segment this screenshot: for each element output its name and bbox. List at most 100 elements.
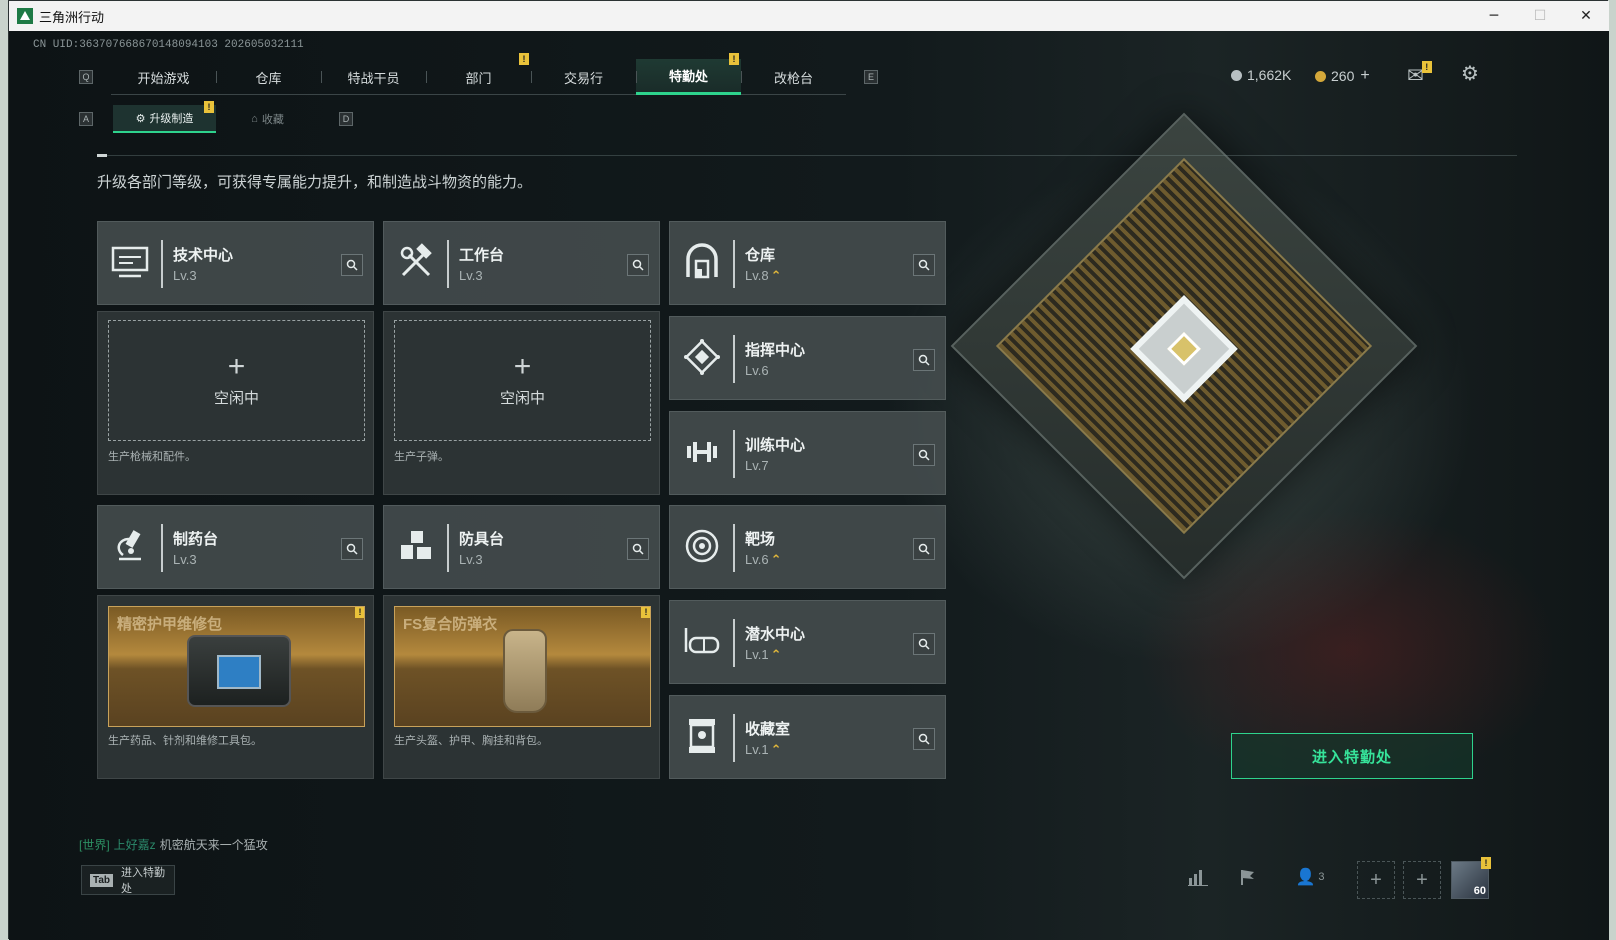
team-slot-add-button[interactable]: + [1357,861,1395,899]
search-icon[interactable] [341,538,363,560]
separator [447,524,449,572]
team-slot-add-button[interactable]: + [1403,861,1441,899]
command-emblem-icon [682,337,722,377]
search-icon[interactable] [913,444,935,466]
microscope-icon [110,526,150,566]
tab-key-hint[interactable]: Tab 进入特勤处 [81,865,175,895]
pharmacy-craft-slot[interactable]: 精密护甲维修包 ! 生产药品、针剂和维修工具包。 [97,595,374,779]
armor-craft-slot[interactable]: FS复合防弹衣 ! 生产头盔、护甲、胸挂和背包。 [383,595,660,779]
upgrade-available-icon: ⌃ [770,552,782,567]
search-icon[interactable] [913,633,935,655]
idle-slot-frame[interactable]: + 空闲中 [394,320,651,441]
tab-upgrade-craft[interactable]: ⚙ 升级制造 ! [113,101,216,133]
facility-armor-bench[interactable]: 防具台 Lv.3 [383,505,660,589]
facility-diving-center[interactable]: 潜水中心 Lv.1 ⌃ [669,600,946,684]
player-level: 60 [1473,885,1486,897]
tab-operators[interactable]: 特战干员 [321,59,426,95]
build-icon: ⚙ [135,112,146,125]
collection-icon: ⌂ [251,113,258,125]
hammer-wrench-icon [396,242,436,282]
nav-prev-key[interactable]: Q [79,70,93,84]
facility-collection-room[interactable]: 收藏室 Lv.1 ⌃ [669,695,946,779]
product-name: 精密护甲维修包 [117,616,223,633]
product-card[interactable]: 精密护甲维修包 ! [108,606,365,727]
facility-pharmacy[interactable]: 制药台 Lv.3 [97,505,374,589]
facility-level: Lv.1 ⌃ [745,647,782,662]
slot-status: 空闲中 [499,390,545,407]
stats-chart-icon[interactable] [1181,859,1215,895]
facility-tech-center[interactable]: 技术中心 Lv.3 [97,221,374,305]
chat-user[interactable]: 上好嘉z [114,838,156,852]
facility-training-center[interactable]: 训练中心 Lv.7 [669,411,946,495]
tab-special-ops[interactable]: 特勤处! [636,53,741,95]
subnav-next-key[interactable]: D [339,112,353,126]
friends-count: 3 [1318,871,1325,883]
tab-trading[interactable]: 交易行 [531,59,636,95]
facility-workbench[interactable]: 工作台 Lv.3 [383,221,660,305]
facility-name: 指挥中心 [745,342,806,359]
tab-warehouse[interactable]: 仓库 [216,59,321,95]
minimize-button[interactable]: ─ [1471,1,1517,31]
mail-icon[interactable]: ✉ ! [1407,61,1432,88]
idle-slot-frame[interactable]: + 空闲中 [108,320,365,441]
special-ops-cube-render [950,112,1418,580]
workbench-craft-slot[interactable]: + 空闲中 生产子弹。 [383,311,660,495]
friends-icon[interactable]: 👤 3 [1285,859,1335,895]
slot-description: 生产枪械和配件。 [108,451,196,463]
alert-badge: ! [729,53,739,65]
tech-center-craft-slot[interactable]: + 空闲中 生产枪械和配件。 [97,311,374,495]
subnav-prev-key[interactable]: A [79,112,93,126]
search-icon[interactable] [341,254,363,276]
chat-channel: [世界] [79,838,110,852]
flag-icon[interactable] [1231,859,1265,895]
computer-icon [110,242,150,282]
product-name: FS复合防弹衣 [403,616,498,633]
title-bar: 三角洲行动 ─ ☐ ✕ [9,1,1609,31]
alert-badge: ! [204,101,214,113]
facility-level: Lv.1 ⌃ [745,742,782,757]
add-currency-button[interactable]: + [1360,67,1369,85]
gold-coin-icon [1315,70,1326,82]
player-avatar[interactable]: ! 60 [1451,857,1491,899]
enter-special-ops-button[interactable]: 进入特勤处 [1231,733,1473,779]
tab-collection[interactable]: ⌂ 收藏 [216,105,319,133]
dumbbell-icon [682,432,722,472]
separator [733,714,735,762]
separator [733,430,735,478]
add-icon: + [227,350,246,383]
search-icon[interactable] [913,254,935,276]
tab-start-game[interactable]: 开始游戏 [111,59,216,95]
alert-badge: ! [1421,61,1432,73]
repair-kit-image [187,635,291,707]
facility-level: Lv.3 [173,552,197,567]
game-area: CN UID:363707668670148094103 20260503211… [9,31,1609,940]
separator [161,240,163,288]
settings-gear-icon[interactable]: ⚙ [1461,61,1479,86]
search-icon[interactable] [913,538,935,560]
maximize-button[interactable]: ☐ [1517,1,1563,31]
search-icon[interactable] [627,538,649,560]
search-icon[interactable] [627,254,649,276]
nav-next-key[interactable]: E [864,70,878,84]
facility-level: Lv.6 ⌃ [745,552,782,567]
facility-name: 收藏室 [745,721,791,738]
facility-warehouse[interactable]: 仓库 Lv.8 ⌃ [669,221,946,305]
search-icon[interactable] [913,728,935,750]
separator [161,524,163,572]
facility-level: Lv.8 ⌃ [745,268,782,283]
world-chat-line[interactable]: [世界] 上好嘉z 机密航天来一个猛攻 [79,836,268,853]
facility-shooting-range[interactable]: 靶场 Lv.6 ⌃ [669,505,946,589]
close-button[interactable]: ✕ [1563,1,1609,31]
tab-gunsmith[interactable]: 改枪台 [741,59,846,95]
tab-department[interactable]: 部门! [426,53,531,95]
product-card[interactable]: FS复合防弹衣 ! [394,606,651,727]
search-icon[interactable] [913,349,935,371]
vault-icon [682,242,722,282]
window-controls: ─ ☐ ✕ [1471,1,1609,31]
upgrade-available-icon: ⌃ [770,742,782,757]
facility-command-center[interactable]: 指挥中心 Lv.6 [669,316,946,400]
main-nav: Q 开始游戏 仓库 特战干员 部门! 交易行 特勤处! 改枪台 E [79,53,878,95]
facility-name: 仓库 [745,247,776,264]
slot-status: 空闲中 [213,390,259,407]
facility-name: 靶场 [745,531,776,548]
